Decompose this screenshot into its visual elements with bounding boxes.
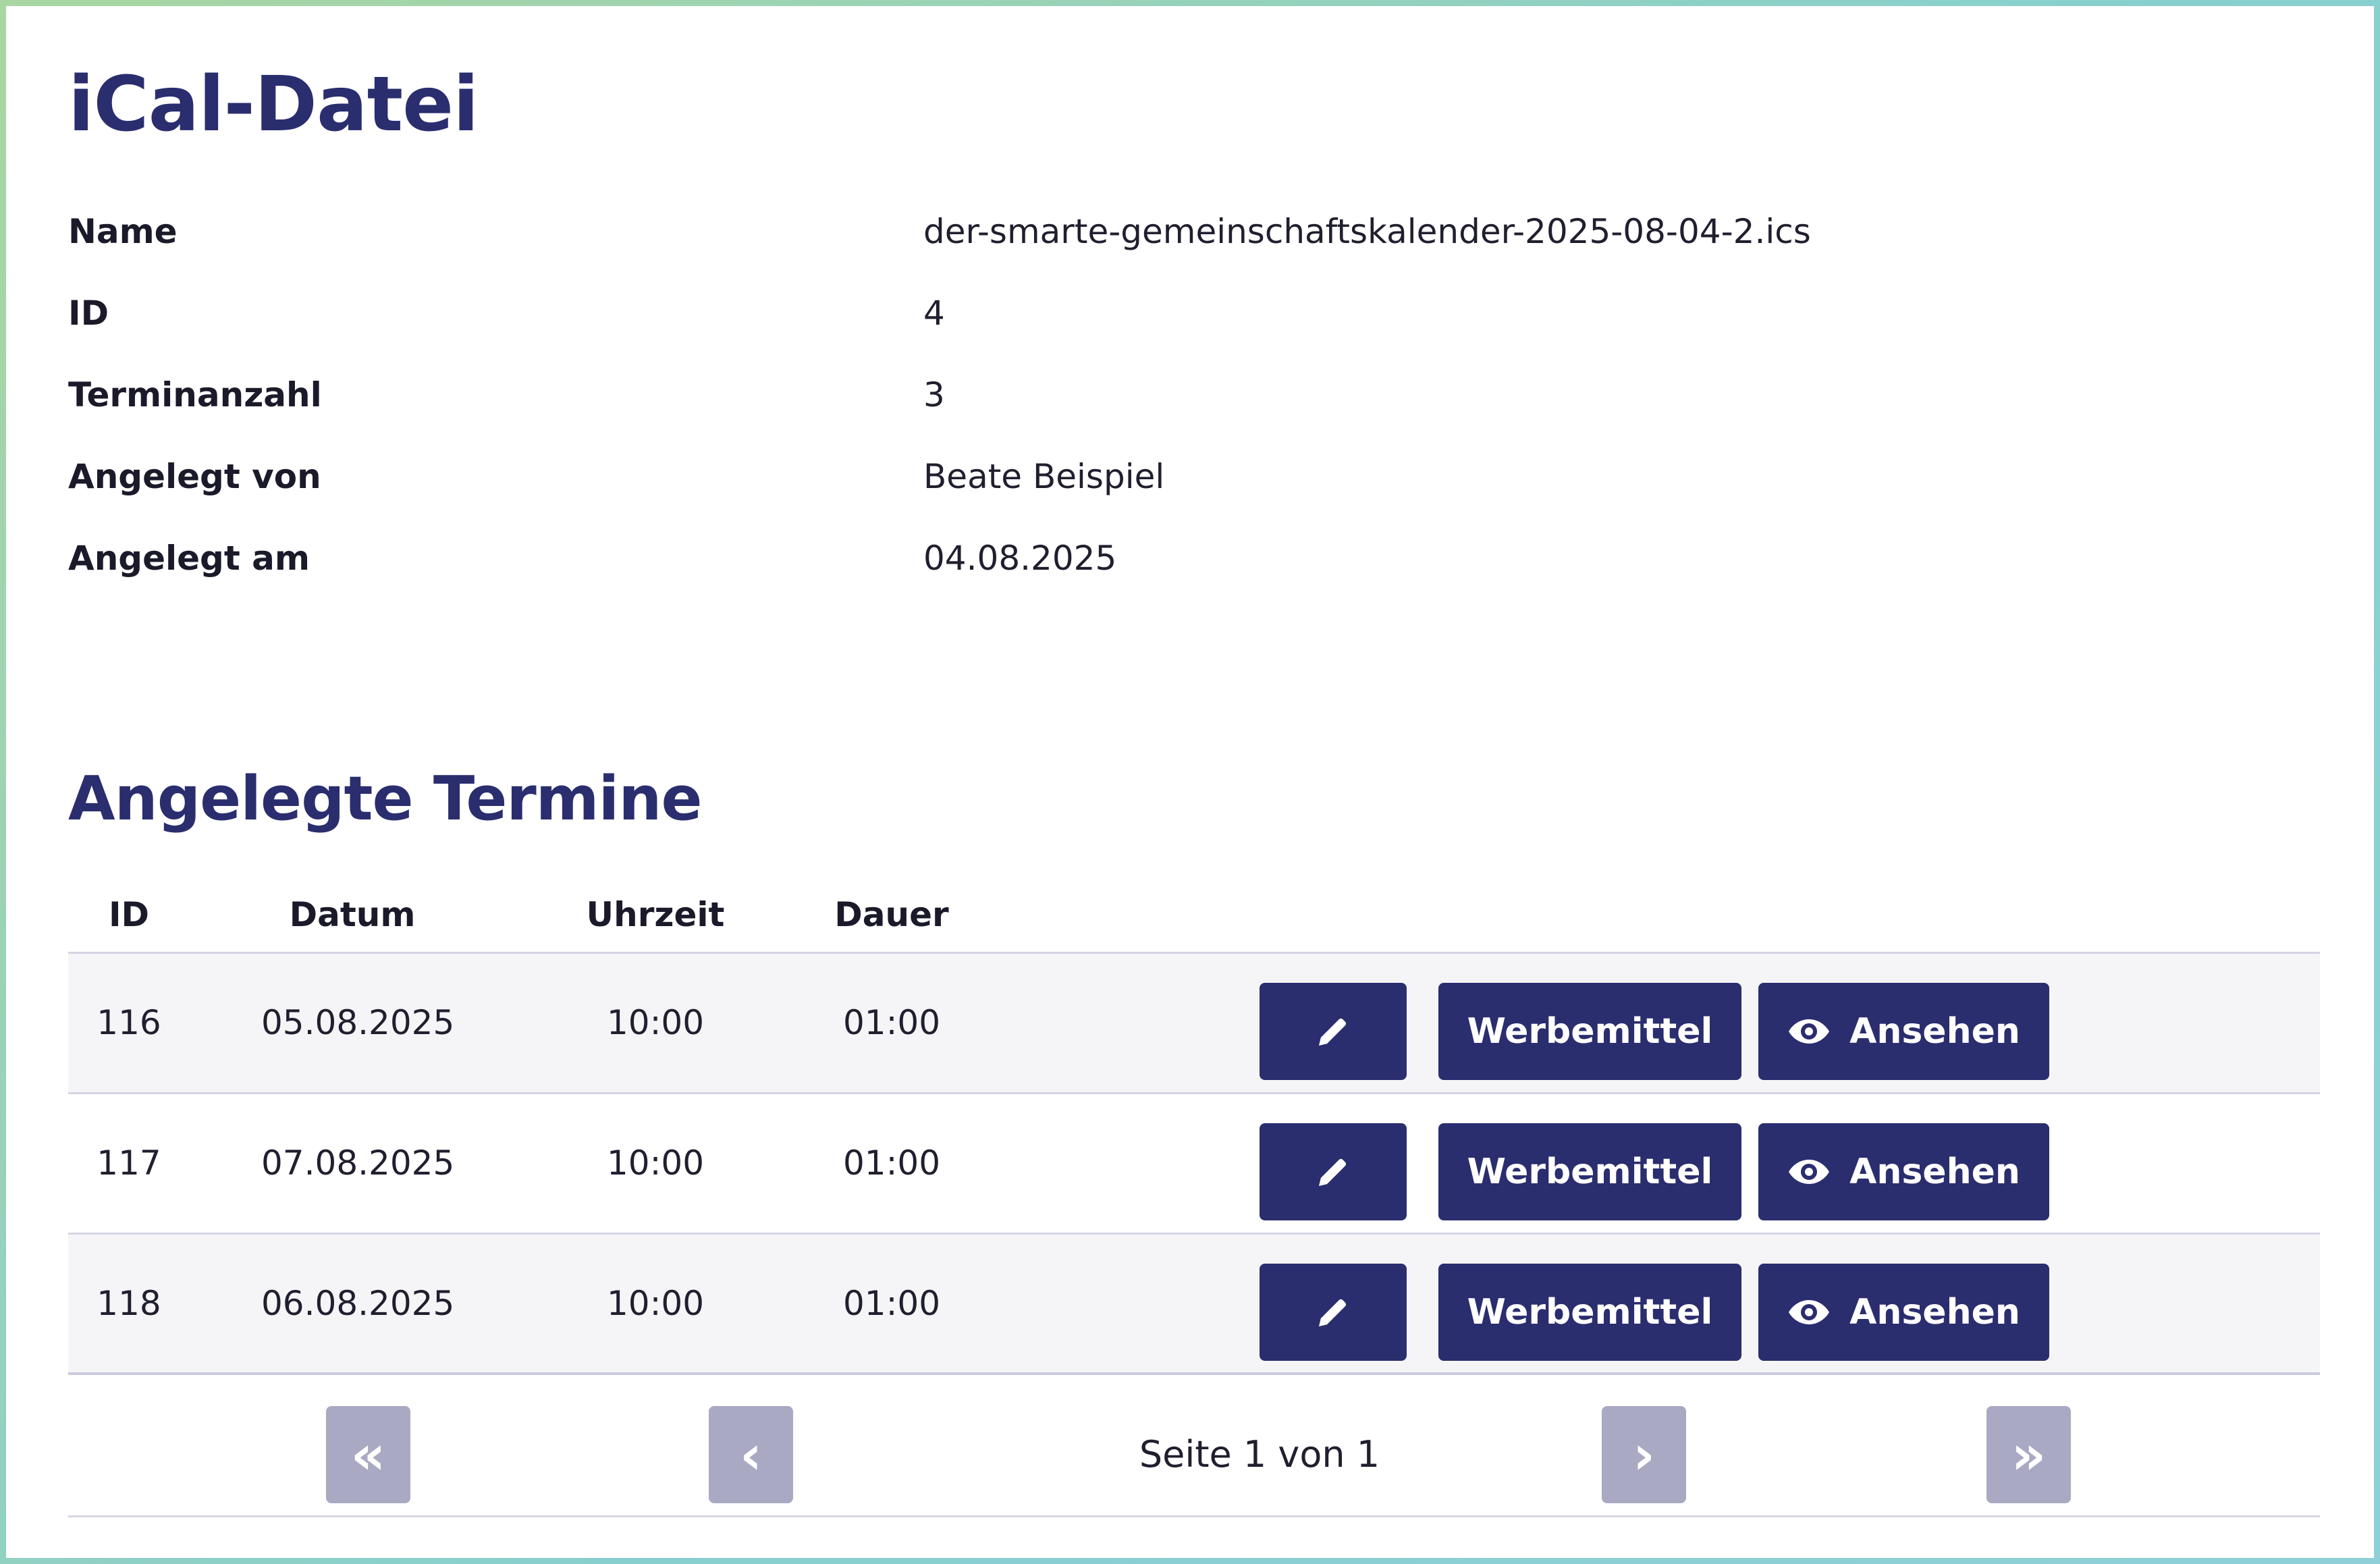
- table-row: 118 06.08.2025 10:00 01:00 Werbemittel A…: [68, 1233, 2320, 1373]
- first-page-button[interactable]: «: [326, 1406, 410, 1503]
- column-header-id: ID: [108, 895, 150, 934]
- edit-button[interactable]: [1260, 1264, 1407, 1361]
- page-title: iCal-Datei: [68, 61, 479, 149]
- detail-label: Angelegt von: [68, 457, 321, 496]
- section-title: Angelegte Termine: [68, 763, 703, 834]
- eye-icon: [1789, 1300, 1830, 1324]
- cell-date: 06.08.2025: [261, 1284, 455, 1323]
- table-divider: [68, 1372, 2320, 1375]
- cell-time: 10:00: [606, 1003, 705, 1042]
- pencil-icon: [1319, 1299, 1347, 1326]
- detail-value: 4: [923, 294, 945, 333]
- column-header-duration: Dauer: [834, 895, 949, 934]
- view-button[interactable]: Ansehen: [1758, 983, 2049, 1080]
- cell-date: 05.08.2025: [261, 1003, 455, 1042]
- cell-duration: 01:00: [842, 1143, 941, 1183]
- eye-icon: [1789, 1160, 1830, 1184]
- table-row: 116 05.08.2025 10:00 01:00 Werbemittel A…: [68, 952, 2320, 1092]
- detail-value: 04.08.2025: [923, 539, 1117, 578]
- cell-date: 07.08.2025: [261, 1143, 455, 1183]
- detail-value: der-smarte-gemeinschaftskalender-2025-08…: [923, 212, 1811, 251]
- detail-label: Terminanzahl: [68, 375, 322, 414]
- detail-value: Beate Beispiel: [923, 457, 1165, 496]
- edit-button[interactable]: [1260, 1123, 1407, 1220]
- edit-button[interactable]: [1260, 983, 1407, 1080]
- pencil-icon: [1319, 1018, 1347, 1046]
- detail-row-created-by: Angelegt von Beate Beispiel: [68, 457, 2320, 497]
- column-header-date: Datum: [289, 895, 416, 934]
- detail-label: Name: [68, 212, 178, 251]
- view-button-label: Ansehen: [1849, 1292, 2020, 1332]
- next-page-button[interactable]: ›: [1602, 1406, 1686, 1503]
- detail-row-created-at: Angelegt am 04.08.2025: [68, 539, 2320, 579]
- detail-label: Angelegt am: [68, 539, 310, 578]
- last-page-button[interactable]: »: [1986, 1406, 2071, 1503]
- detail-row-event-count: Terminanzahl 3: [68, 375, 2320, 416]
- previous-page-button[interactable]: ‹: [709, 1406, 793, 1503]
- column-header-time: Uhrzeit: [586, 895, 725, 934]
- view-button-label: Ansehen: [1849, 1152, 2020, 1192]
- cell-time: 10:00: [606, 1143, 705, 1183]
- detail-label: ID: [68, 294, 109, 333]
- view-button[interactable]: Ansehen: [1758, 1264, 2049, 1361]
- detail-row-name: Name der-smarte-gemeinschaftskalender-20…: [68, 212, 2320, 252]
- view-button-label: Ansehen: [1849, 1011, 2020, 1052]
- cell-time: 10:00: [606, 1284, 705, 1323]
- pagination-divider: [68, 1515, 2320, 1517]
- pagination-status: Seite 1 von 1: [1139, 1433, 1380, 1476]
- cell-id: 117: [97, 1143, 161, 1183]
- pencil-icon: [1319, 1158, 1347, 1186]
- detail-row-id: ID 4: [68, 294, 2320, 334]
- cell-id: 118: [97, 1284, 161, 1323]
- table-row: 117 07.08.2025 10:00 01:00 Werbemittel A…: [68, 1092, 2320, 1233]
- detail-value: 3: [923, 375, 945, 414]
- werbemittel-button[interactable]: Werbemittel: [1438, 1264, 1741, 1361]
- werbemittel-button[interactable]: Werbemittel: [1438, 983, 1741, 1080]
- cell-duration: 01:00: [842, 1003, 941, 1042]
- cell-duration: 01:00: [842, 1284, 941, 1323]
- cell-id: 116: [97, 1003, 161, 1042]
- page-frame: iCal-Datei Name der-smarte-gemeinschafts…: [0, 0, 2380, 1564]
- eye-icon: [1789, 1019, 1830, 1044]
- werbemittel-button[interactable]: Werbemittel: [1438, 1123, 1741, 1220]
- view-button[interactable]: Ansehen: [1758, 1123, 2049, 1220]
